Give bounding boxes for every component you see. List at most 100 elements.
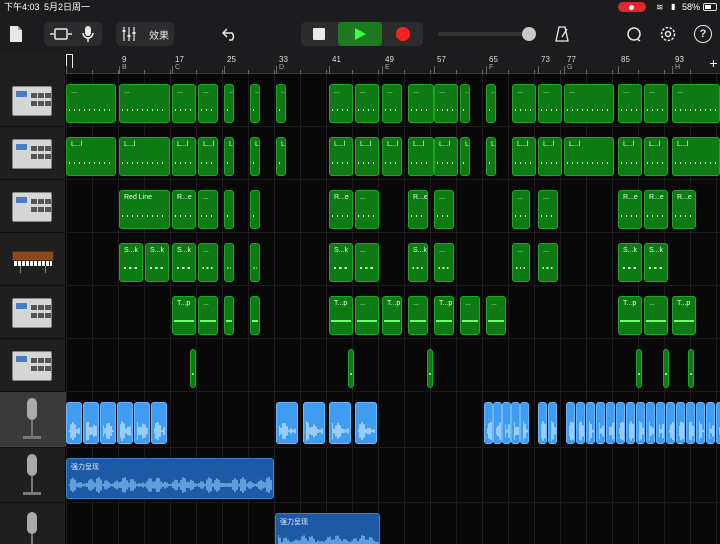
- track-header-drum-machine-2[interactable]: [0, 127, 66, 180]
- undo-icon[interactable]: [220, 24, 240, 44]
- region[interactable]: ...: [486, 296, 506, 335]
- region[interactable]: ...: [198, 243, 218, 282]
- track-header-drum-machine-1[interactable]: [0, 74, 66, 127]
- region[interactable]: ...: [198, 190, 218, 229]
- region[interactable]: [134, 402, 150, 444]
- region[interactable]: [646, 402, 655, 444]
- microphone-icon[interactable]: [78, 24, 98, 44]
- region[interactable]: L...l: [355, 137, 379, 176]
- region[interactable]: [224, 190, 234, 229]
- region[interactable]: ...: [564, 84, 614, 123]
- region[interactable]: ...: [355, 84, 379, 123]
- volume-knob[interactable]: [522, 27, 536, 41]
- region[interactable]: [548, 402, 557, 444]
- region[interactable]: [250, 243, 260, 282]
- region[interactable]: L...l: [276, 137, 286, 176]
- section-marker[interactable]: E: [385, 64, 390, 71]
- region[interactable]: ...: [434, 243, 454, 282]
- region[interactable]: L...l: [382, 137, 402, 176]
- region[interactable]: ...: [355, 243, 379, 282]
- help-button[interactable]: ?: [694, 25, 712, 43]
- region[interactable]: ...: [408, 296, 428, 335]
- tracks-area[interactable]: ........................................…: [66, 74, 720, 544]
- region[interactable]: ...: [434, 84, 458, 123]
- region[interactable]: R...e: [644, 190, 668, 229]
- add-section-button[interactable]: +: [707, 54, 720, 74]
- region[interactable]: S...k: [618, 243, 642, 282]
- region[interactable]: ...: [486, 84, 496, 123]
- region[interactable]: R...e: [329, 190, 353, 229]
- region[interactable]: [303, 402, 325, 444]
- track-header-drum-machine-4[interactable]: [0, 286, 66, 339]
- track-header-audio-recorder-3[interactable]: [0, 503, 66, 544]
- region[interactable]: L...l: [672, 137, 720, 176]
- region[interactable]: ...: [198, 84, 218, 123]
- region[interactable]: ...: [355, 190, 379, 229]
- region[interactable]: ...: [538, 190, 558, 229]
- region[interactable]: [566, 402, 575, 444]
- region[interactable]: R...e: [672, 190, 696, 229]
- track-header-audio-recorder-2[interactable]: [0, 448, 66, 503]
- region[interactable]: L...l: [224, 137, 234, 176]
- region[interactable]: [276, 402, 298, 444]
- region[interactable]: ...: [434, 190, 454, 229]
- region[interactable]: [636, 402, 645, 444]
- region[interactable]: ...: [382, 84, 402, 123]
- region[interactable]: R...e: [172, 190, 196, 229]
- region[interactable]: [427, 349, 433, 388]
- region[interactable]: [83, 402, 99, 444]
- region[interactable]: ...: [512, 84, 536, 123]
- region[interactable]: T...p: [329, 296, 353, 335]
- mixer-icon[interactable]: [119, 24, 139, 44]
- region[interactable]: L...l: [434, 137, 458, 176]
- region[interactable]: [100, 402, 116, 444]
- region[interactable]: [151, 402, 167, 444]
- region[interactable]: L...l: [172, 137, 196, 176]
- region[interactable]: L...l: [460, 137, 470, 176]
- region[interactable]: ...: [460, 296, 480, 335]
- region[interactable]: S...k: [329, 243, 353, 282]
- region[interactable]: ...: [644, 296, 668, 335]
- region[interactable]: L...l: [66, 137, 116, 176]
- region[interactable]: R...e: [408, 190, 428, 229]
- region[interactable]: S...k: [644, 243, 668, 282]
- region[interactable]: L...l: [618, 137, 642, 176]
- track-header-drum-machine-5[interactable]: [0, 339, 66, 392]
- region[interactable]: L...l: [119, 137, 170, 176]
- region[interactable]: [329, 402, 351, 444]
- region[interactable]: T...p: [382, 296, 402, 335]
- region[interactable]: L...l: [250, 137, 260, 176]
- metronome-icon[interactable]: [552, 24, 572, 44]
- settings-icon[interactable]: [658, 24, 678, 44]
- region[interactable]: [538, 402, 547, 444]
- region[interactable]: ...: [119, 84, 170, 123]
- region[interactable]: ...: [66, 84, 116, 123]
- region[interactable]: [576, 402, 585, 444]
- region[interactable]: 强力呈现: [275, 513, 380, 544]
- region[interactable]: [348, 349, 354, 388]
- track-header-drum-machine-3[interactable]: [0, 180, 66, 233]
- region[interactable]: T...p: [434, 296, 454, 335]
- region[interactable]: [666, 402, 675, 444]
- region[interactable]: Red Line: [119, 190, 170, 229]
- stop-button[interactable]: [303, 22, 335, 46]
- section-marker[interactable]: C: [175, 64, 180, 71]
- region[interactable]: [117, 402, 133, 444]
- region[interactable]: ...: [644, 84, 668, 123]
- region[interactable]: T...p: [172, 296, 196, 335]
- region[interactable]: [706, 402, 715, 444]
- region[interactable]: [224, 296, 234, 335]
- play-button[interactable]: [338, 22, 382, 46]
- region[interactable]: ...: [355, 296, 379, 335]
- my-songs-icon[interactable]: [8, 24, 24, 44]
- region[interactable]: L...l: [486, 137, 496, 176]
- effects-button[interactable]: 效果: [145, 24, 173, 44]
- region[interactable]: ...: [512, 243, 530, 282]
- track-lane-drum-machine-5[interactable]: [66, 339, 720, 392]
- region[interactable]: S...k: [172, 243, 196, 282]
- region[interactable]: ...: [198, 296, 218, 335]
- region[interactable]: [250, 190, 260, 229]
- region[interactable]: T...p: [672, 296, 696, 335]
- region[interactable]: ...: [276, 84, 286, 123]
- region[interactable]: ...: [672, 84, 720, 123]
